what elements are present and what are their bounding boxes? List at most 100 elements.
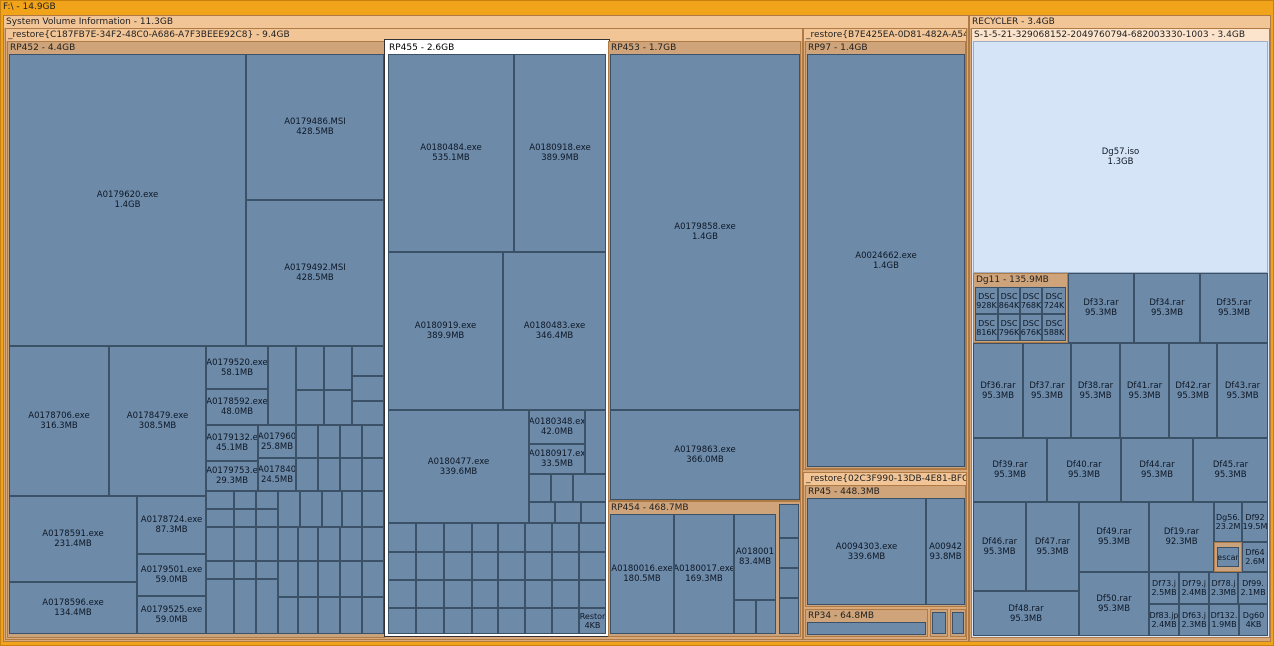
file-tile[interactable] — [362, 491, 384, 527]
file-tile[interactable] — [318, 561, 340, 597]
file-tile[interactable] — [362, 597, 384, 634]
file-tile[interactable]: A0179486.MSI 428.5MB — [246, 54, 384, 200]
file-tile[interactable]: DSC 816K — [975, 314, 998, 341]
file-tile[interactable]: A0179863.exe 366.0MB — [610, 410, 800, 500]
file-tile[interactable]: DSC 724K — [1042, 287, 1066, 314]
file-tile[interactable]: Restor 4KB — [579, 608, 606, 634]
file-tile[interactable]: Df49.rar 95.3MB — [1079, 502, 1149, 572]
file-tile[interactable]: Dg60 4KB — [1239, 604, 1268, 636]
file-tile[interactable]: A0180017.exe 169.3MB — [674, 514, 734, 634]
file-tile[interactable]: A0024662.exe 1.4GB — [807, 54, 965, 467]
file-tile[interactable]: Dg56. 23.2M — [1214, 502, 1242, 542]
file-tile[interactable] — [296, 425, 318, 458]
file-tile[interactable]: A0180919.exe 389.9MB — [388, 252, 503, 410]
file-tile[interactable]: Df42.rar 95.3MB — [1169, 343, 1217, 438]
file-tile[interactable]: A0179501.exe 59.0MB — [137, 554, 206, 596]
file-tile[interactable] — [552, 608, 579, 634]
file-tile[interactable]: Df39.rar 95.3MB — [973, 438, 1047, 502]
file-tile[interactable] — [779, 538, 799, 568]
file-tile[interactable]: Df40.rar 95.3MB — [1047, 438, 1121, 502]
file-tile[interactable]: A0178591.exe 231.4MB — [9, 496, 137, 582]
file-tile[interactable]: Df73.j 2.5MB — [1149, 572, 1179, 604]
file-tile[interactable] — [324, 390, 352, 425]
file-tile[interactable] — [388, 608, 416, 634]
file-tile[interactable]: Df44.rar 95.3MB — [1121, 438, 1193, 502]
file-tile[interactable]: A0180477.exe 339.6MB — [388, 410, 529, 523]
file-tile[interactable] — [472, 523, 498, 552]
file-tile[interactable] — [206, 491, 234, 509]
file-tile[interactable] — [779, 598, 799, 634]
file-tile[interactable] — [278, 491, 300, 527]
file-tile[interactable] — [552, 523, 579, 552]
file-tile[interactable] — [551, 474, 573, 502]
file-tile[interactable] — [388, 523, 416, 552]
file-tile[interactable]: A0094303.exe 339.6MB — [807, 498, 926, 605]
escar-folder[interactable]: escar — [1214, 542, 1242, 572]
file-tile[interactable]: A0178479.exe 308.5MB — [109, 346, 206, 496]
file-tile[interactable] — [340, 458, 362, 491]
file-tile[interactable] — [318, 425, 340, 458]
file-tile[interactable]: Df36.rar 95.3MB — [973, 343, 1023, 438]
file-tile[interactable]: Df48.rar 95.3MB — [973, 591, 1079, 636]
file-tile[interactable]: Df45.rar 95.3MB — [1193, 438, 1268, 502]
file-tile[interactable] — [779, 504, 799, 538]
file-tile[interactable] — [779, 568, 799, 598]
file-tile[interactable] — [278, 561, 298, 597]
file-tile[interactable] — [498, 523, 525, 552]
file-tile[interactable] — [296, 346, 324, 390]
file-tile[interactable] — [268, 346, 296, 425]
file-tile[interactable]: A0179753.e 29.3MB — [206, 461, 258, 491]
file-tile[interactable]: Df78.j 2.3MB — [1209, 572, 1238, 604]
file-tile[interactable] — [352, 346, 384, 376]
file-tile[interactable] — [340, 425, 362, 458]
file-tile[interactable]: A0179492.MSI 428.5MB — [246, 200, 384, 346]
file-tile[interactable]: Df47.rar 95.3MB — [1026, 502, 1079, 591]
iso-file-tile[interactable]: Dg57.iso 1.3GB — [973, 41, 1268, 273]
file-tile[interactable] — [525, 608, 552, 634]
file-tile[interactable] — [498, 580, 525, 608]
file-tile[interactable]: Df63.j 2.3MB — [1179, 604, 1209, 636]
file-tile[interactable] — [298, 597, 318, 634]
file-tile[interactable] — [322, 491, 342, 527]
file-tile[interactable]: DSC 796K — [998, 314, 1020, 341]
file-tile[interactable]: Df41.rar 95.3MB — [1120, 343, 1169, 438]
file-tile[interactable] — [234, 579, 256, 634]
file-tile[interactable] — [352, 401, 384, 425]
file-tile[interactable] — [362, 527, 384, 561]
file-tile[interactable]: Df83.jp 2.4MB — [1149, 604, 1179, 636]
file-tile[interactable] — [498, 608, 525, 634]
file-tile[interactable] — [581, 502, 606, 523]
file-tile[interactable]: Df38.rar 95.3MB — [1071, 343, 1120, 438]
file-tile[interactable] — [552, 580, 579, 608]
file-tile[interactable] — [296, 390, 324, 425]
file-tile[interactable] — [362, 425, 384, 458]
file-tile[interactable]: Df50.rar 95.3MB — [1079, 572, 1149, 636]
file-tile[interactable]: Df33.rar 95.3MB — [1068, 273, 1134, 343]
file-tile[interactable] — [234, 491, 256, 509]
file-tile[interactable]: A017840 24.5MB — [258, 458, 296, 491]
file-tile[interactable] — [362, 458, 384, 491]
file-tile[interactable] — [256, 579, 278, 634]
file-tile[interactable]: A0178592.exe 48.0MB — [206, 389, 268, 425]
file-tile[interactable] — [952, 612, 964, 634]
file-tile[interactable] — [416, 523, 444, 552]
file-tile[interactable]: A0178706.exe 316.3MB — [9, 346, 109, 496]
file-tile[interactable] — [206, 527, 234, 561]
file-tile[interactable] — [318, 597, 340, 634]
file-tile[interactable] — [579, 552, 606, 580]
file-tile[interactable]: Df132. 1.9MB — [1209, 604, 1239, 636]
file-tile[interactable] — [444, 552, 472, 580]
file-tile[interactable] — [362, 561, 384, 597]
file-tile[interactable]: A0179858.exe 1.4GB — [610, 54, 800, 410]
file-tile[interactable] — [206, 579, 234, 634]
file-tile[interactable] — [416, 608, 444, 634]
file-tile[interactable]: escar — [1217, 547, 1239, 567]
file-tile[interactable]: Df19.rar 92.3MB — [1149, 502, 1214, 572]
file-tile[interactable] — [529, 502, 555, 523]
file-tile[interactable]: Df64 2.6M — [1242, 542, 1268, 572]
file-tile[interactable] — [234, 509, 256, 527]
file-tile[interactable] — [529, 474, 551, 502]
file-tile[interactable] — [552, 552, 579, 580]
file-tile[interactable] — [525, 552, 552, 580]
file-tile[interactable] — [472, 552, 498, 580]
